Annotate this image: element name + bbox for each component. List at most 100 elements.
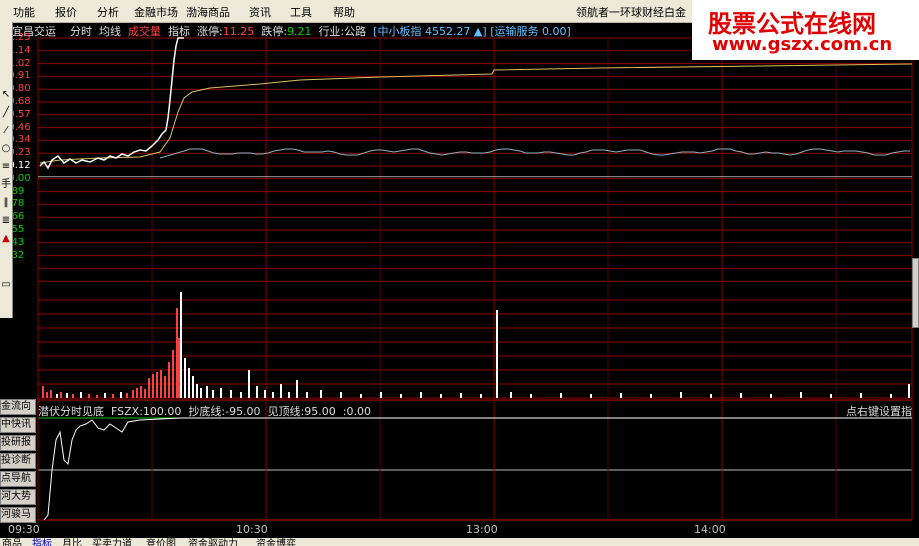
vertical-scrollbar[interactable]	[912, 258, 919, 328]
tab-volume[interactable]: 成交量	[128, 25, 161, 38]
volume-bar	[908, 384, 910, 398]
volume-bar	[800, 392, 802, 398]
volume-bar	[132, 390, 134, 398]
indicator-line	[43, 417, 912, 521]
side-button-star-stocks[interactable]: 河骏马	[0, 507, 36, 523]
volume-bar	[560, 393, 562, 398]
tab-fenshi[interactable]: 分时	[70, 25, 92, 38]
price-line	[39, 37, 184, 170]
limit-up-label: 涨停:	[197, 25, 223, 38]
volume-bar	[830, 394, 832, 398]
menu-item-help[interactable]: 帮助	[333, 4, 355, 20]
volume-bar	[126, 393, 128, 398]
sector-box[interactable]: [运输服务 0.00]	[490, 25, 571, 38]
volume-bar	[172, 350, 174, 398]
side-button-news-flash[interactable]: 中快讯	[0, 417, 36, 433]
menu-item-financial-market[interactable]: 金融市场	[134, 4, 178, 20]
tab-auction[interactable]: 竞价图	[146, 538, 176, 546]
app-title: 领航者一环球财经白金	[576, 6, 686, 19]
volume-bar	[112, 394, 114, 398]
side-button-diagnosis[interactable]: 投诊断	[0, 453, 36, 469]
volume-bar	[50, 390, 52, 398]
volume-bar	[136, 388, 138, 398]
indicator-header: 潜伏分时见底 FSZX:100.00 抄底线:-95.00 见顶线:95.00 …	[38, 403, 371, 418]
volume-bar	[890, 394, 892, 398]
volume-bar	[200, 388, 202, 398]
watermark-url: www.gszx.com.cn	[712, 34, 893, 55]
side-button-research[interactable]: 投研报	[0, 435, 36, 451]
side-button-fund-flow[interactable]: 金流向	[0, 399, 36, 415]
volume-bar	[480, 394, 482, 398]
channel-tool-icon[interactable]: ≡	[0, 160, 12, 174]
volume-bar	[66, 393, 68, 398]
tab-average-line[interactable]: 均线	[99, 25, 121, 38]
volume-bar	[144, 389, 146, 398]
hand-tool-icon[interactable]: 手	[0, 178, 12, 192]
volume-bar	[156, 372, 158, 398]
volume-bar	[160, 370, 162, 398]
index-overlay-line	[159, 148, 910, 159]
limit-down-value: 9.21	[286, 25, 312, 38]
volume-bar	[590, 394, 592, 398]
indicator-title[interactable]: 潜伏分时见底	[38, 405, 104, 418]
volume-bar	[56, 394, 58, 398]
volume-bar	[320, 390, 322, 398]
line-tool-icon[interactable]: ╱	[0, 106, 12, 120]
volume-bar	[440, 394, 442, 398]
index-box[interactable]: [中小板指 4552.27 ▲]	[373, 25, 487, 38]
volume-bar	[96, 395, 98, 398]
indicator-value: FSZX:100.00	[111, 405, 182, 418]
volume-bar	[510, 392, 512, 398]
ray-tool-icon[interactable]: ⁄	[0, 124, 12, 138]
menu-item-quote[interactable]: 报价	[55, 4, 77, 20]
volume-bar	[240, 392, 242, 398]
tab-commodity[interactable]: 商品	[2, 538, 22, 546]
volume-bar	[164, 376, 166, 398]
menu-item-tools[interactable]: 工具	[290, 4, 312, 20]
volume-bar	[88, 394, 90, 398]
time-label-0930: 09:30	[8, 523, 40, 536]
fib-tool-icon[interactable]: ≣	[0, 214, 12, 228]
time-label-1030: 10:30	[236, 523, 268, 536]
volume-bar	[530, 394, 532, 398]
arrow-up-tool-icon[interactable]: ▲	[0, 232, 12, 246]
indicator-zero: :0.00	[342, 405, 371, 418]
tab-monthly[interactable]: 月比	[62, 538, 82, 546]
volume-bar	[192, 376, 194, 398]
circle-tool-icon[interactable]: ○	[0, 142, 12, 156]
side-button-market-trend[interactable]: 河大势	[0, 489, 36, 505]
tab-capital-drive[interactable]: 资金驱动力	[188, 538, 238, 546]
volume-bar	[256, 386, 258, 398]
tab-buy-sell-force[interactable]: 买卖力道	[92, 538, 132, 546]
volume-bar	[46, 392, 48, 398]
volume-bar	[212, 390, 214, 398]
volume-bar	[104, 393, 106, 398]
average-price-line	[39, 63, 913, 164]
menu-item-news[interactable]: 资讯	[249, 4, 271, 20]
parallel-tool-icon[interactable]: ‖	[0, 196, 12, 210]
volume-bar	[248, 370, 250, 398]
volume-bar	[148, 378, 150, 398]
volume-bar	[180, 292, 182, 398]
volume-bar	[272, 392, 274, 398]
volume-bar	[288, 392, 290, 398]
volume-bar	[220, 388, 222, 398]
volume-bar	[196, 384, 198, 398]
tab-indicator[interactable]: 指标	[168, 25, 190, 38]
pointer-tool-icon[interactable]: ↖	[0, 88, 12, 102]
side-button-navigation[interactable]: 点导航	[0, 471, 36, 487]
tab-capital-game[interactable]: 资金博弈	[256, 538, 296, 546]
volume-bars	[42, 292, 910, 398]
panel-box-icon[interactable]: ▭	[0, 278, 12, 292]
limit-down-label: 跌停:	[261, 25, 287, 38]
volume-bar	[710, 394, 712, 398]
menu-item-bohai-commodity[interactable]: 渤海商品	[186, 4, 230, 20]
volume-bar	[152, 374, 154, 398]
tab-indicator-bottom[interactable]: 指标	[32, 538, 52, 546]
volume-bar	[860, 393, 862, 398]
menu-item-function[interactable]: 功能	[13, 4, 35, 20]
volume-bar	[620, 393, 622, 398]
volume-bar	[296, 380, 298, 398]
menu-item-analysis[interactable]: 分析	[97, 4, 119, 20]
volume-bar	[280, 384, 282, 398]
